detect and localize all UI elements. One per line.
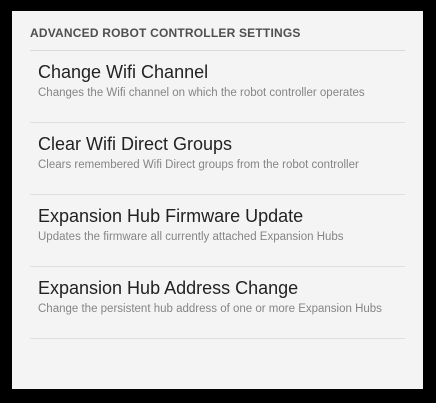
pref-summary: Updates the firmware all currently attac… bbox=[38, 231, 344, 243]
settings-screen: ADVANCED ROBOT CONTROLLER SETTINGS Chang… bbox=[12, 11, 423, 389]
section-header: ADVANCED ROBOT CONTROLLER SETTINGS bbox=[30, 25, 405, 51]
pref-summary: Change the persistent hub address of one… bbox=[38, 303, 382, 315]
pref-summary: Changes the Wifi channel on which the ro… bbox=[38, 87, 365, 99]
preference-list: Change Wifi Channel Changes the Wifi cha… bbox=[30, 51, 405, 339]
pref-title: Expansion Hub Firmware Update bbox=[38, 206, 304, 226]
pref-expansion-hub-firmware-update[interactable]: Expansion Hub Firmware Update Updates th… bbox=[30, 195, 405, 267]
pref-change-wifi-channel[interactable]: Change Wifi Channel Changes the Wifi cha… bbox=[30, 51, 405, 123]
pref-title: Clear Wifi Direct Groups bbox=[38, 134, 233, 154]
pref-title: Expansion Hub Address Change bbox=[38, 278, 299, 298]
pref-expansion-hub-address-change[interactable]: Expansion Hub Address Change Change the … bbox=[30, 267, 405, 339]
pref-clear-wifi-direct-groups[interactable]: Clear Wifi Direct Groups Clears remember… bbox=[30, 123, 405, 195]
pref-summary: Clears remembered Wifi Direct groups fro… bbox=[38, 159, 359, 171]
section-header-label: ADVANCED ROBOT CONTROLLER SETTINGS bbox=[30, 26, 301, 40]
pref-title: Change Wifi Channel bbox=[38, 62, 209, 82]
device-frame: ADVANCED ROBOT CONTROLLER SETTINGS Chang… bbox=[0, 0, 436, 403]
